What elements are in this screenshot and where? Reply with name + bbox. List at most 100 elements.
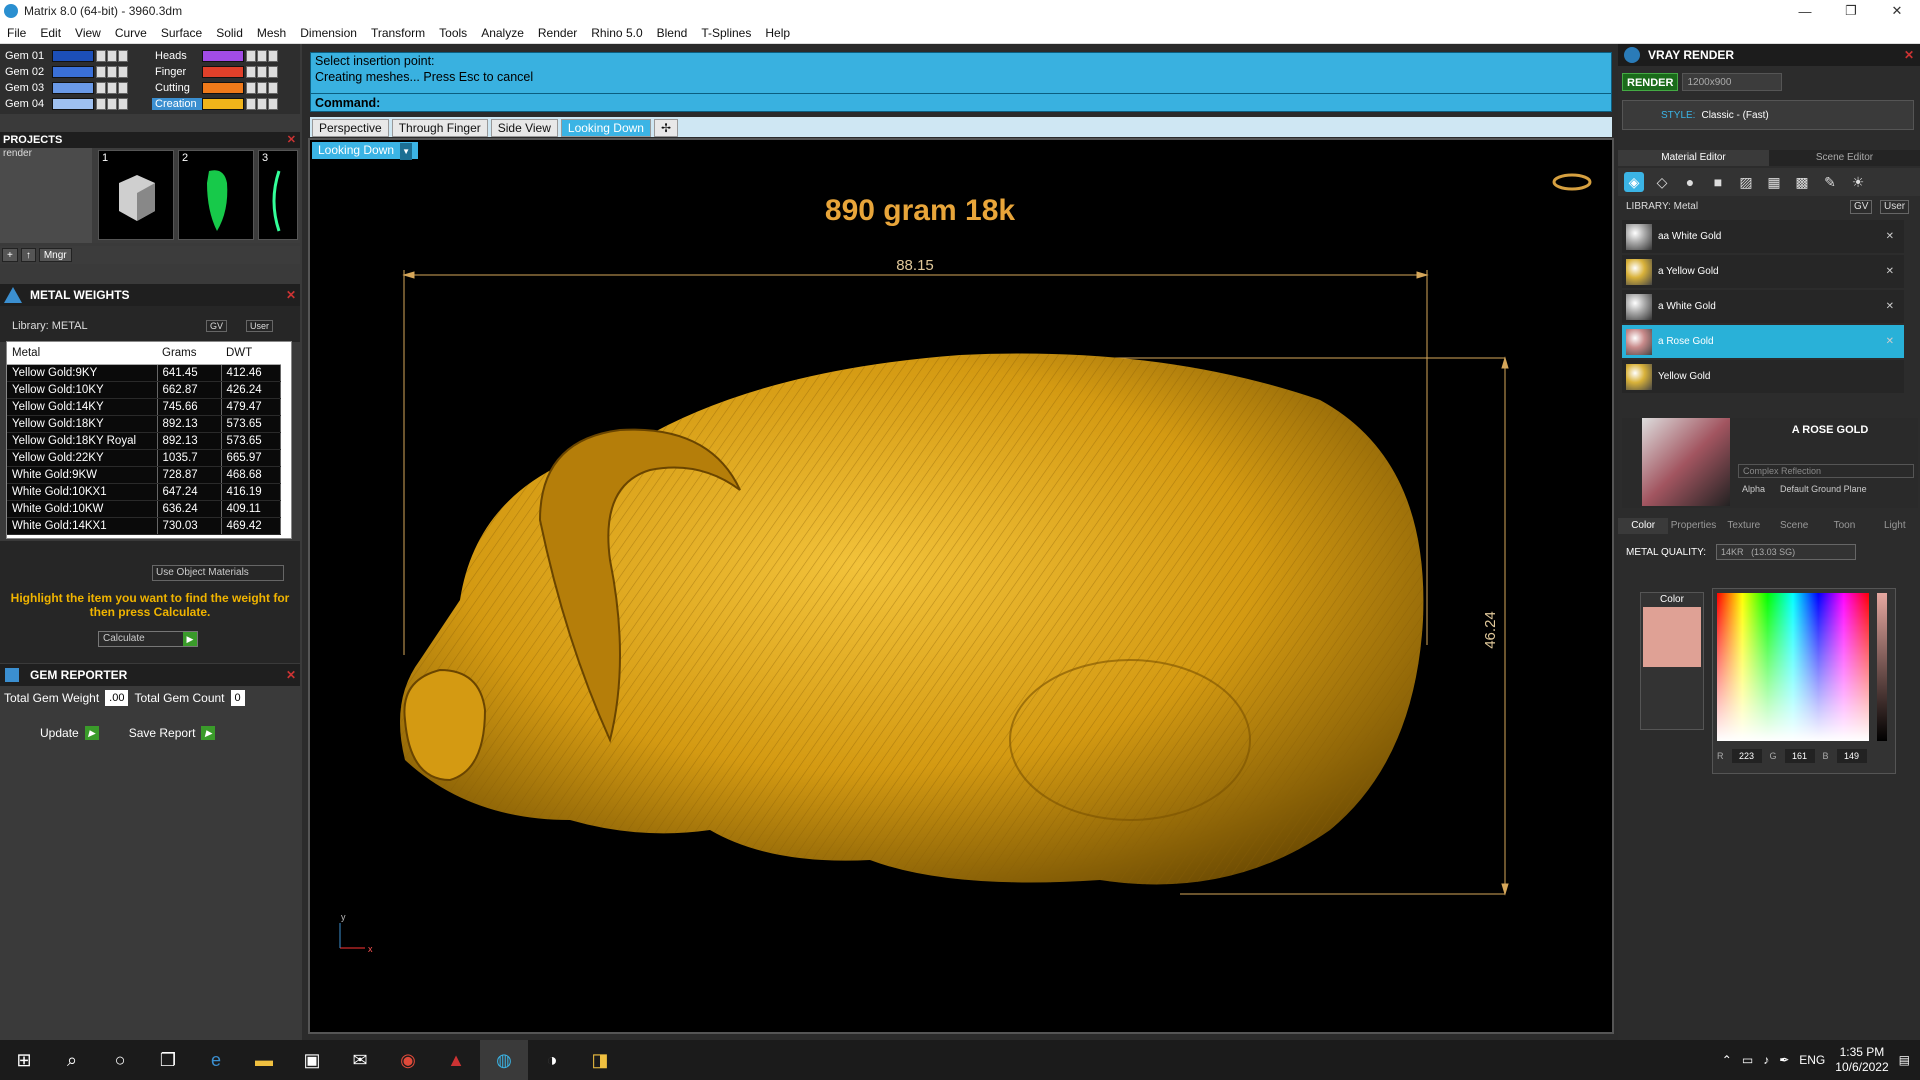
close-icon[interactable]: ✕ xyxy=(1886,301,1894,312)
layer-color-swatch[interactable] xyxy=(52,49,94,62)
layer-row[interactable]: Gem 02 xyxy=(2,64,129,79)
layer-row[interactable]: Finger xyxy=(152,64,279,79)
project-list[interactable]: render xyxy=(0,148,92,243)
layer-color-swatch[interactable] xyxy=(52,97,94,110)
user-toggle[interactable]: User xyxy=(1880,200,1910,214)
tab-perspective[interactable]: Perspective xyxy=(312,119,389,137)
table-row[interactable]: White Gold:14KX1 730.03 469.42 xyxy=(7,517,281,535)
search-icon[interactable]: ⌕ xyxy=(48,1040,96,1080)
use-object-materials-checkbox[interactable]: Use Object Materials xyxy=(152,565,284,581)
lock-icon[interactable] xyxy=(257,65,267,78)
table-row[interactable]: White Gold:9KW 728.87 468.68 xyxy=(7,466,281,484)
visibility-icon[interactable] xyxy=(246,49,256,62)
menu-edit[interactable]: Edit xyxy=(33,26,68,40)
gem-icon[interactable]: ◇ xyxy=(1652,172,1672,192)
view-cube-icon[interactable] xyxy=(1552,173,1592,191)
material-item[interactable]: a Yellow Gold ✕ xyxy=(1622,255,1904,288)
menu-surface[interactable]: Surface xyxy=(154,26,209,40)
gv-toggle[interactable]: GV xyxy=(1850,200,1873,214)
user-toggle[interactable]: User xyxy=(246,320,274,332)
gv-toggle[interactable]: GV xyxy=(206,320,228,332)
material-item-selected[interactable]: a Rose Gold ✕ xyxy=(1622,325,1904,358)
close-icon[interactable]: ✕ xyxy=(1886,336,1894,347)
layer-row[interactable]: Gem 03 xyxy=(2,80,129,95)
resolution-select[interactable]: 1200x900 xyxy=(1682,73,1783,91)
blue-value[interactable]: 149 xyxy=(1836,749,1867,763)
save-report-button[interactable]: Save Report ▶ xyxy=(129,726,216,740)
tab-through-finger[interactable]: Through Finger xyxy=(391,119,488,137)
menu-mesh[interactable]: Mesh xyxy=(250,26,293,40)
tab-light[interactable]: Light xyxy=(1870,518,1920,534)
lock-icon[interactable] xyxy=(107,65,117,78)
add-project-button[interactable]: + xyxy=(2,248,18,262)
texture-icon[interactable]: ▨ xyxy=(1736,172,1756,192)
manager-button[interactable]: Mngr xyxy=(38,248,72,262)
material-item[interactable]: aa White Gold ✕ xyxy=(1622,220,1904,253)
project-thumb-3[interactable]: 3 xyxy=(258,150,298,240)
metal-icon[interactable]: ◈ xyxy=(1624,172,1644,192)
visibility-icon[interactable] xyxy=(96,49,106,62)
close-button[interactable]: ✕ xyxy=(1874,0,1920,22)
render-button[interactable]: RENDER xyxy=(1622,73,1679,91)
tab-looking-down[interactable]: Looking Down xyxy=(560,119,651,137)
close-icon[interactable]: ✕ xyxy=(287,132,296,148)
column-metal[interactable]: Metal xyxy=(7,342,157,365)
viewport-looking-down[interactable]: Looking Down ▼ 890 gram 18k 88.15 46.24 y… xyxy=(308,138,1614,1034)
menu-view[interactable]: View xyxy=(68,26,108,40)
menu-transform[interactable]: Transform xyxy=(364,26,432,40)
square-icon[interactable]: ■ xyxy=(1708,172,1728,192)
menu-curve[interactable]: Curve xyxy=(108,26,154,40)
menu-help[interactable]: Help xyxy=(758,26,797,40)
tab-properties[interactable]: Properties xyxy=(1668,518,1718,534)
layer-color-swatch[interactable] xyxy=(52,81,94,94)
cortana-icon[interactable]: ○ xyxy=(96,1040,144,1080)
lock-icon[interactable] xyxy=(257,49,267,62)
maximize-button[interactable]: ❐ xyxy=(1828,0,1874,22)
menu-blend[interactable]: Blend xyxy=(650,26,695,40)
up-button[interactable]: ↑ xyxy=(20,248,36,262)
chevron-up-icon[interactable]: ⌃ xyxy=(1722,1053,1732,1067)
tab-texture[interactable]: Texture xyxy=(1719,518,1769,534)
folder-icon[interactable]: ▬ xyxy=(240,1040,288,1080)
print-icon[interactable] xyxy=(268,65,278,78)
minimize-button[interactable]: — xyxy=(1782,0,1828,22)
tab-scene[interactable]: Scene xyxy=(1769,518,1819,534)
visibility-icon[interactable] xyxy=(246,97,256,110)
clock[interactable]: 1:35 PM 10/6/2022 xyxy=(1835,1045,1888,1075)
layer-color-swatch[interactable] xyxy=(202,97,244,110)
lock-icon[interactable] xyxy=(257,81,267,94)
table-row[interactable]: Yellow Gold:14KY 745.66 479.47 xyxy=(7,398,281,416)
style-select[interactable]: STYLE: Classic - (Fast) xyxy=(1622,100,1914,130)
tab-material-editor[interactable]: Material Editor xyxy=(1618,150,1769,166)
mail-icon[interactable]: ✉ xyxy=(336,1040,384,1080)
ground-plane-select[interactable]: Default Ground Plane xyxy=(1780,484,1867,494)
tab-scene-editor[interactable]: Scene Editor xyxy=(1769,150,1920,166)
edge-icon[interactable]: e xyxy=(192,1040,240,1080)
lock-icon[interactable] xyxy=(107,97,117,110)
lock-icon[interactable] xyxy=(107,81,117,94)
red-value[interactable]: 223 xyxy=(1731,749,1762,763)
menu-file[interactable]: File xyxy=(0,26,33,40)
lock-icon[interactable] xyxy=(107,49,117,62)
layer-color-swatch[interactable] xyxy=(202,49,244,62)
print-icon[interactable] xyxy=(118,97,128,110)
menu-analyze[interactable]: Analyze xyxy=(474,26,531,40)
layer-color-swatch[interactable] xyxy=(202,65,244,78)
volume-icon[interactable]: ♪ xyxy=(1763,1053,1769,1067)
rhino-icon[interactable]: ◑ xyxy=(528,1040,576,1080)
visibility-icon[interactable] xyxy=(246,65,256,78)
menu-solid[interactable]: Solid xyxy=(209,26,250,40)
close-icon[interactable]: ✕ xyxy=(1886,231,1894,242)
layer-color-swatch[interactable] xyxy=(52,65,94,78)
visibility-icon[interactable] xyxy=(96,81,106,94)
print-icon[interactable] xyxy=(268,81,278,94)
close-icon[interactable]: ✕ xyxy=(1886,266,1894,277)
store-icon[interactable]: ▣ xyxy=(288,1040,336,1080)
color-picker[interactable]: R 223 G 161 B 149 xyxy=(1712,588,1896,774)
menu-tools[interactable]: Tools xyxy=(432,26,474,40)
close-icon[interactable]: ✕ xyxy=(286,664,296,686)
start-icon[interactable]: ⊞ xyxy=(0,1040,48,1080)
column-grams[interactable]: Grams xyxy=(157,342,221,365)
pattern-icon[interactable]: ▩ xyxy=(1792,172,1812,192)
task-view-icon[interactable]: ❐ xyxy=(144,1040,192,1080)
